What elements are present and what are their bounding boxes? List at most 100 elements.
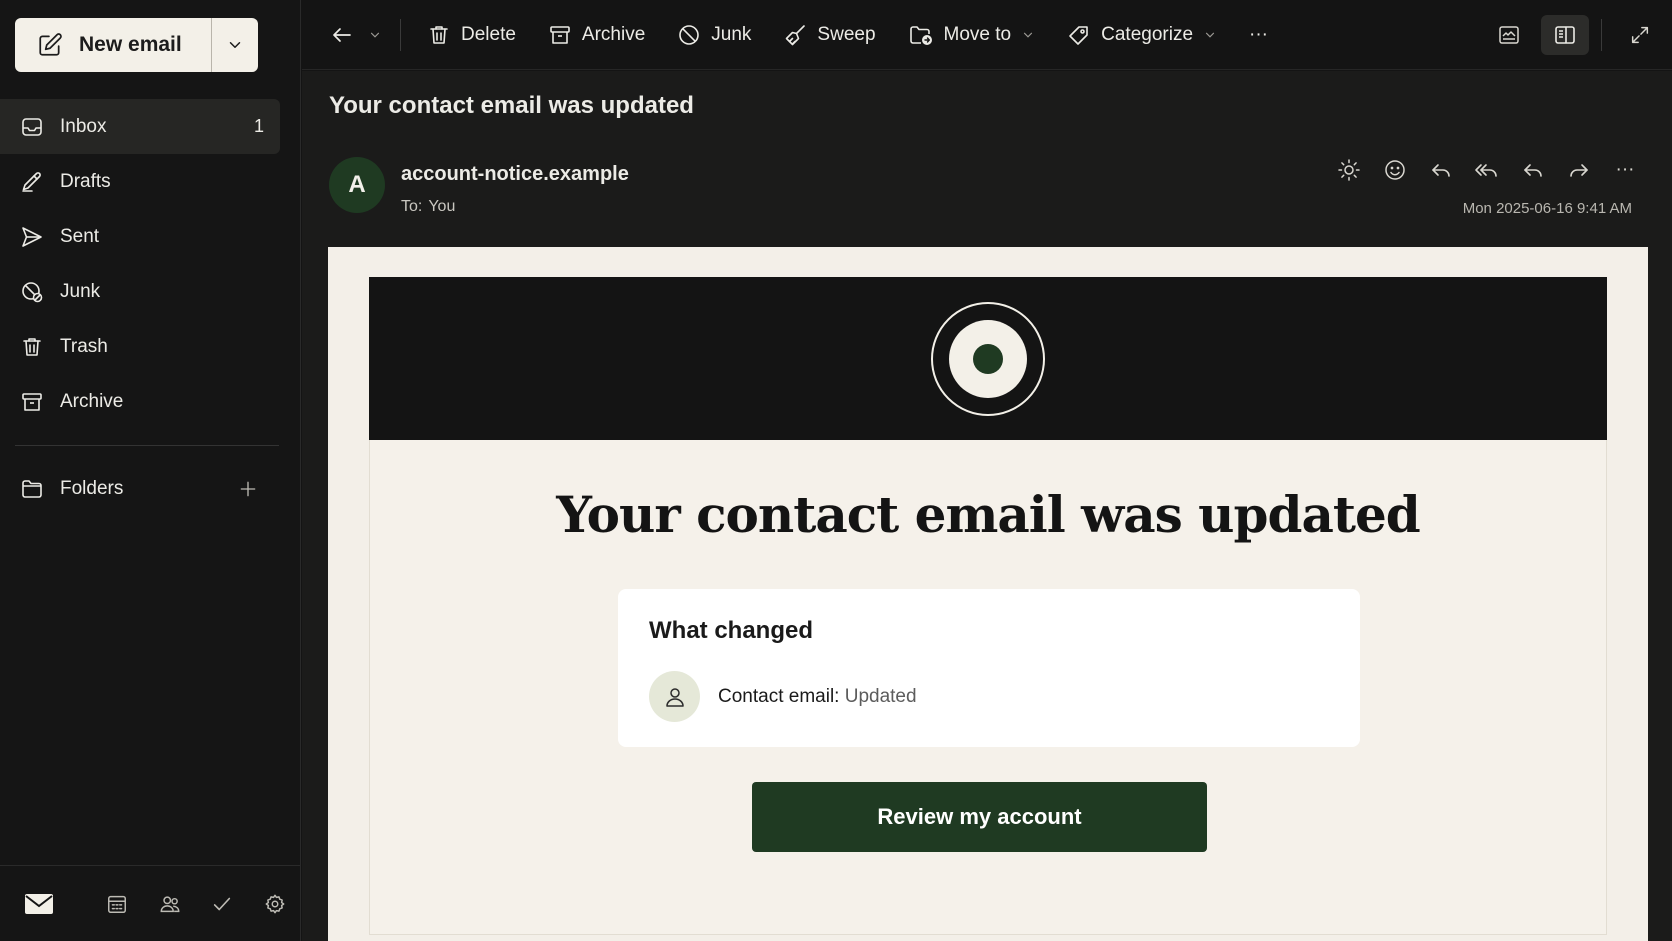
avatar[interactable]: A (329, 157, 385, 213)
back-button[interactable] (330, 15, 382, 55)
move-to-button[interactable]: Move to (908, 15, 1036, 55)
folder-move-icon (908, 23, 934, 47)
card-title: What changed (649, 617, 814, 644)
people-app-button[interactable] (144, 893, 196, 915)
sidebar: New email Inbox 1 Drafts Sent Junk Trash… (0, 0, 301, 941)
checkmark-icon (211, 893, 233, 915)
reply-button-secondary[interactable] (1510, 155, 1556, 185)
expand-button[interactable] (1616, 15, 1664, 55)
command-toolbar: Delete Archive Junk Sweep Move to Catego… (302, 0, 1672, 70)
delete-label: Delete (461, 23, 516, 45)
tasks-app-button[interactable] (196, 893, 248, 915)
more-actions-button[interactable]: ··· (1249, 15, 1268, 55)
forward-icon (1567, 158, 1591, 182)
change-text: Contact email: Updated (718, 686, 917, 708)
arrow-left-icon (330, 23, 354, 47)
message-timestamp: Mon 2025-06-16 9:41 AM (1462, 200, 1632, 217)
immersive-reader-button[interactable] (1485, 15, 1533, 55)
recipient-name[interactable]: You (428, 198, 455, 215)
move-to-label: Move to (943, 23, 1012, 45)
new-email-split-button: New email (15, 18, 258, 72)
reading-pane-toggle[interactable] (1541, 15, 1589, 55)
email-heading: Your contact email was updated (556, 485, 1420, 544)
archive-button[interactable]: Archive (548, 15, 645, 55)
brightness-toggle-button[interactable] (1326, 155, 1372, 185)
reply-all-icon (1474, 158, 1500, 182)
sidebar-item-drafts[interactable]: Drafts (0, 154, 280, 209)
reply-icon (1521, 158, 1545, 182)
folder-nav: Inbox 1 Drafts Sent Junk Trash Archive F… (0, 99, 280, 516)
smiley-icon (1383, 158, 1407, 182)
email-content-frame: Your contact email was updated What chan… (369, 277, 1607, 935)
settings-button[interactable] (249, 893, 301, 915)
mail-app-button[interactable] (24, 892, 91, 916)
sidebar-item-label: Drafts (60, 170, 111, 192)
sidebar-item-archive[interactable]: Archive (0, 374, 280, 429)
chevron-down-icon (226, 36, 244, 54)
new-email-label: New email (79, 33, 182, 56)
sidebar-item-label: Archive (60, 390, 124, 412)
change-label: Contact email: (718, 685, 840, 707)
gear-icon (264, 893, 286, 915)
reader-icon (1497, 23, 1521, 47)
sidebar-divider (15, 445, 279, 446)
categorize-label: Categorize (1101, 23, 1194, 45)
trash-icon (20, 335, 44, 359)
more-label: ··· (1249, 23, 1268, 45)
calendar-app-button[interactable] (91, 893, 143, 915)
message-more-button[interactable]: ··· (1602, 155, 1648, 185)
sidebar-item-trash[interactable]: Trash (0, 319, 280, 374)
sweep-label: Sweep (817, 23, 876, 45)
chevron-down-icon[interactable] (368, 28, 382, 42)
sidebar-item-folders[interactable]: Folders (0, 462, 280, 516)
email-hero-banner (369, 277, 1607, 440)
change-value: Updated (844, 685, 917, 707)
split-pane-icon (1553, 23, 1577, 47)
pencil-icon (20, 170, 44, 194)
reply-button[interactable] (1418, 155, 1464, 185)
change-row: Contact email: Updated (649, 671, 917, 722)
sweep-button[interactable]: Sweep (783, 15, 876, 55)
new-email-dropdown-button[interactable] (212, 18, 258, 72)
junk-button[interactable]: Junk (677, 15, 751, 55)
chevron-down-icon (1203, 28, 1217, 42)
toolbar-divider (1601, 19, 1602, 51)
view-controls (1485, 0, 1672, 70)
delete-button[interactable]: Delete (427, 15, 516, 55)
reading-pane: A account-notice.example To: You ··· Mon… (302, 141, 1672, 941)
new-email-button[interactable]: New email (15, 18, 212, 72)
archive-icon (20, 390, 44, 414)
block-icon (677, 23, 701, 47)
message-actions: ··· (1326, 155, 1648, 185)
chevron-down-icon (1021, 28, 1035, 42)
what-changed-card: What changed Contact email: Updated (618, 589, 1360, 747)
categorize-button[interactable]: Categorize (1067, 15, 1217, 55)
sidebar-item-inbox[interactable]: Inbox 1 (0, 99, 280, 154)
person-icon (649, 671, 700, 722)
sidebar-item-label: Inbox (60, 115, 107, 137)
inbox-icon (20, 115, 44, 139)
add-folder-icon[interactable] (238, 479, 280, 499)
sidebar-item-label: Trash (60, 335, 108, 357)
sidebar-item-label: Sent (60, 225, 100, 247)
message-subject: Your contact email was updated (302, 71, 1672, 141)
to-prefix: To: (401, 198, 423, 215)
trash-icon (427, 23, 451, 47)
sender-name[interactable]: account-notice.example (401, 163, 629, 186)
archive-icon (548, 23, 572, 47)
folder-icon (20, 477, 44, 501)
sidebar-item-sent[interactable]: Sent (0, 209, 280, 264)
expand-icon (1629, 24, 1651, 46)
more-label: ··· (1615, 159, 1635, 180)
archive-label: Archive (581, 23, 646, 45)
reply-all-button[interactable] (1464, 155, 1510, 185)
app-switcher-bar (0, 865, 301, 941)
review-account-button[interactable]: Review my account (752, 782, 1207, 852)
sidebar-item-junk[interactable]: Junk (0, 264, 280, 319)
send-icon (20, 225, 44, 249)
react-button[interactable] (1372, 155, 1418, 185)
email-body: Your contact email was updated What chan… (328, 247, 1648, 941)
forward-button[interactable] (1556, 155, 1602, 185)
broom-icon (783, 23, 807, 47)
people-icon (158, 893, 182, 915)
